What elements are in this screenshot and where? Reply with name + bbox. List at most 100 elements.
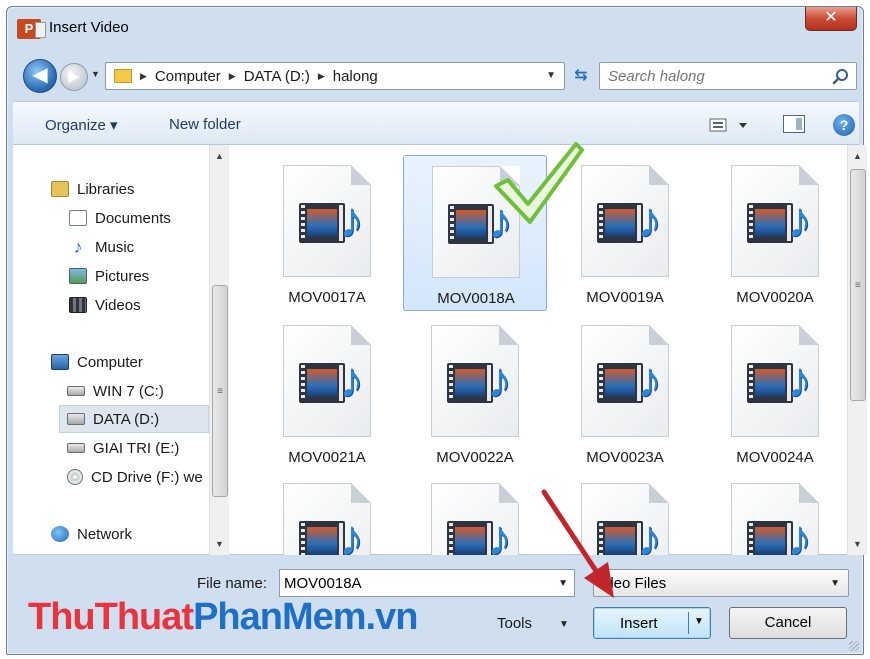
search-input[interactable] <box>608 67 824 85</box>
help-button[interactable]: ? <box>833 114 855 136</box>
network-icon <box>51 526 69 542</box>
refresh-button[interactable]: ⇆ <box>569 65 593 87</box>
address-history-dropdown-icon[interactable]: ▼ <box>546 70 556 81</box>
watermark-part-a: ThuThuat <box>28 596 194 638</box>
nav-item-network[interactable]: Network <box>51 522 132 546</box>
new-folder-button[interactable]: New folder <box>169 116 241 133</box>
back-arrow-icon: ◀ <box>32 64 48 86</box>
scroll-up-icon[interactable]: ▲ <box>215 151 224 161</box>
file-item[interactable]: ♪ MOV0022A <box>403 315 547 471</box>
page-fold-icon <box>649 325 669 345</box>
insert-button-label: Insert <box>620 615 658 632</box>
change-view-button[interactable] <box>709 116 749 134</box>
file-item[interactable]: ♪ MOV0017A <box>255 155 399 311</box>
page-fold-icon <box>799 325 819 345</box>
nav-item-documents[interactable]: Documents <box>69 206 171 230</box>
libraries-icon <box>51 181 69 197</box>
file-item[interactable]: ♪ MOV0024A <box>703 315 841 471</box>
forward-button[interactable]: ▶ <box>60 63 88 91</box>
nav-item-giaitri-drive[interactable]: GIAI TRI (E:) <box>67 436 179 460</box>
breadcrumb-separator-icon[interactable]: ▶ <box>229 71 236 82</box>
scroll-down-icon[interactable]: ▼ <box>215 539 224 549</box>
computer-icon <box>51 354 69 370</box>
preview-pane-button[interactable] <box>783 115 805 133</box>
hard-drive-icon <box>67 413 85 425</box>
videos-icon <box>69 297 87 313</box>
scrollbar-thumb[interactable]: ≡ <box>212 285 228 497</box>
file-item[interactable]: ♪ MOV0020A <box>703 155 841 311</box>
title-bar[interactable]: P Insert Video ✕ <box>7 7 863 51</box>
page-fold-icon <box>499 325 519 345</box>
music-note-icon: ♪ <box>787 352 812 408</box>
music-note-icon: ♪ <box>637 510 662 555</box>
file-item[interactable]: ♪ <box>403 473 547 555</box>
scroll-down-icon[interactable]: ▼ <box>853 539 862 549</box>
nav-item-videos[interactable]: Videos <box>69 293 141 317</box>
nav-item-pictures[interactable]: Pictures <box>69 264 149 288</box>
nav-item-cd-drive[interactable]: CD Drive (F:) we <box>67 465 203 489</box>
file-name-label: MOV0018A <box>437 290 515 307</box>
navigation-pane-scrollbar[interactable]: ▲ ≡ ▼ <box>209 145 229 555</box>
music-note-icon: ♪ <box>339 510 364 555</box>
file-name-label: MOV0019A <box>586 289 664 306</box>
breadcrumb-separator-icon[interactable]: ▶ <box>318 71 325 82</box>
chevron-down-icon[interactable]: ▼ <box>559 619 569 630</box>
search-box[interactable] <box>599 62 857 90</box>
breadcrumb-computer[interactable]: Computer <box>155 68 221 85</box>
music-note-icon: ♪ <box>637 352 662 408</box>
watermark-part-b: PhanMem <box>193 596 366 638</box>
nav-item-libraries[interactable]: Libraries <box>51 177 135 201</box>
page-fold-icon <box>649 483 669 503</box>
cancel-button[interactable]: Cancel <box>729 607 847 639</box>
tools-menu-button[interactable]: Tools <box>497 615 532 632</box>
insert-options-dropdown-icon[interactable]: ▼ <box>694 616 704 627</box>
recent-locations-dropdown[interactable]: ▼ <box>91 69 100 79</box>
close-button[interactable]: ✕ <box>805 7 857 31</box>
powerpoint-app-icon: P <box>17 19 46 39</box>
breadcrumb-data-drive[interactable]: DATA (D:) <box>244 68 310 85</box>
breadcrumb: ▶ Computer ▶ DATA (D:) ▶ halong <box>140 68 378 85</box>
nav-item-computer[interactable]: Computer <box>51 350 143 374</box>
file-type-select[interactable]: ideo Files ▼ <box>593 569 849 597</box>
nav-item-music[interactable]: ♪ Music <box>69 235 135 259</box>
nav-item-label: Libraries <box>77 180 135 198</box>
content-area: Libraries Documents ♪ Music Pictures Vid… <box>13 145 867 555</box>
file-item[interactable]: ♪ <box>255 473 399 555</box>
resize-grip[interactable] <box>849 641 859 651</box>
navigation-bar: ◀ ▶ ▼ ▶ Computer ▶ DATA (D:) ▶ halong ▼ … <box>13 57 859 93</box>
nav-item-label: Documents <box>95 209 171 227</box>
file-item[interactable]: ♪ <box>703 473 841 555</box>
organize-menu-button[interactable]: Organize ▾ <box>45 116 118 134</box>
file-item[interactable]: ♪ MOV0021A <box>255 315 399 471</box>
music-note-icon: ♪ <box>339 352 364 408</box>
page-fold-icon <box>351 325 371 345</box>
command-toolbar: Organize ▾ New folder ? <box>13 101 859 145</box>
file-list-scrollbar[interactable]: ▲ ≡ ▼ <box>847 145 867 555</box>
chevron-down-icon: ▼ <box>830 578 840 589</box>
nav-item-label: CD Drive (F:) we <box>91 468 203 486</box>
breadcrumb-halong[interactable]: halong <box>333 68 378 85</box>
breadcrumb-separator-icon[interactable]: ▶ <box>140 71 147 82</box>
file-name-input[interactable] <box>284 574 544 592</box>
file-item[interactable]: ♪ MOV0023A <box>553 315 697 471</box>
search-icon[interactable] <box>832 68 850 86</box>
scroll-up-icon[interactable]: ▲ <box>853 151 862 161</box>
insert-button[interactable]: Insert ▼ <box>593 607 711 639</box>
forward-arrow-icon: ▶ <box>68 68 80 85</box>
documents-icon <box>69 210 87 226</box>
refresh-icon: ⇆ <box>574 67 588 84</box>
nav-item-data-drive[interactable]: DATA (D:) <box>59 405 209 433</box>
scrollbar-thumb[interactable]: ≡ <box>850 169 866 401</box>
nav-item-win7-drive[interactable]: WIN 7 (C:) <box>67 379 164 403</box>
watermark-part-c: .vn <box>365 596 419 638</box>
address-bar[interactable]: ▶ Computer ▶ DATA (D:) ▶ halong ▼ <box>105 62 565 90</box>
back-button[interactable]: ◀ <box>23 59 57 93</box>
music-note-icon: ♪ <box>487 510 512 555</box>
nav-item-label: Network <box>77 525 133 543</box>
hard-drive-icon <box>67 443 85 453</box>
music-note-icon: ♪ <box>339 192 364 248</box>
folder-icon <box>114 69 132 83</box>
nav-item-label: Computer <box>77 353 143 371</box>
split-divider <box>688 612 689 634</box>
chevron-down-icon: ▼ <box>91 69 100 79</box>
